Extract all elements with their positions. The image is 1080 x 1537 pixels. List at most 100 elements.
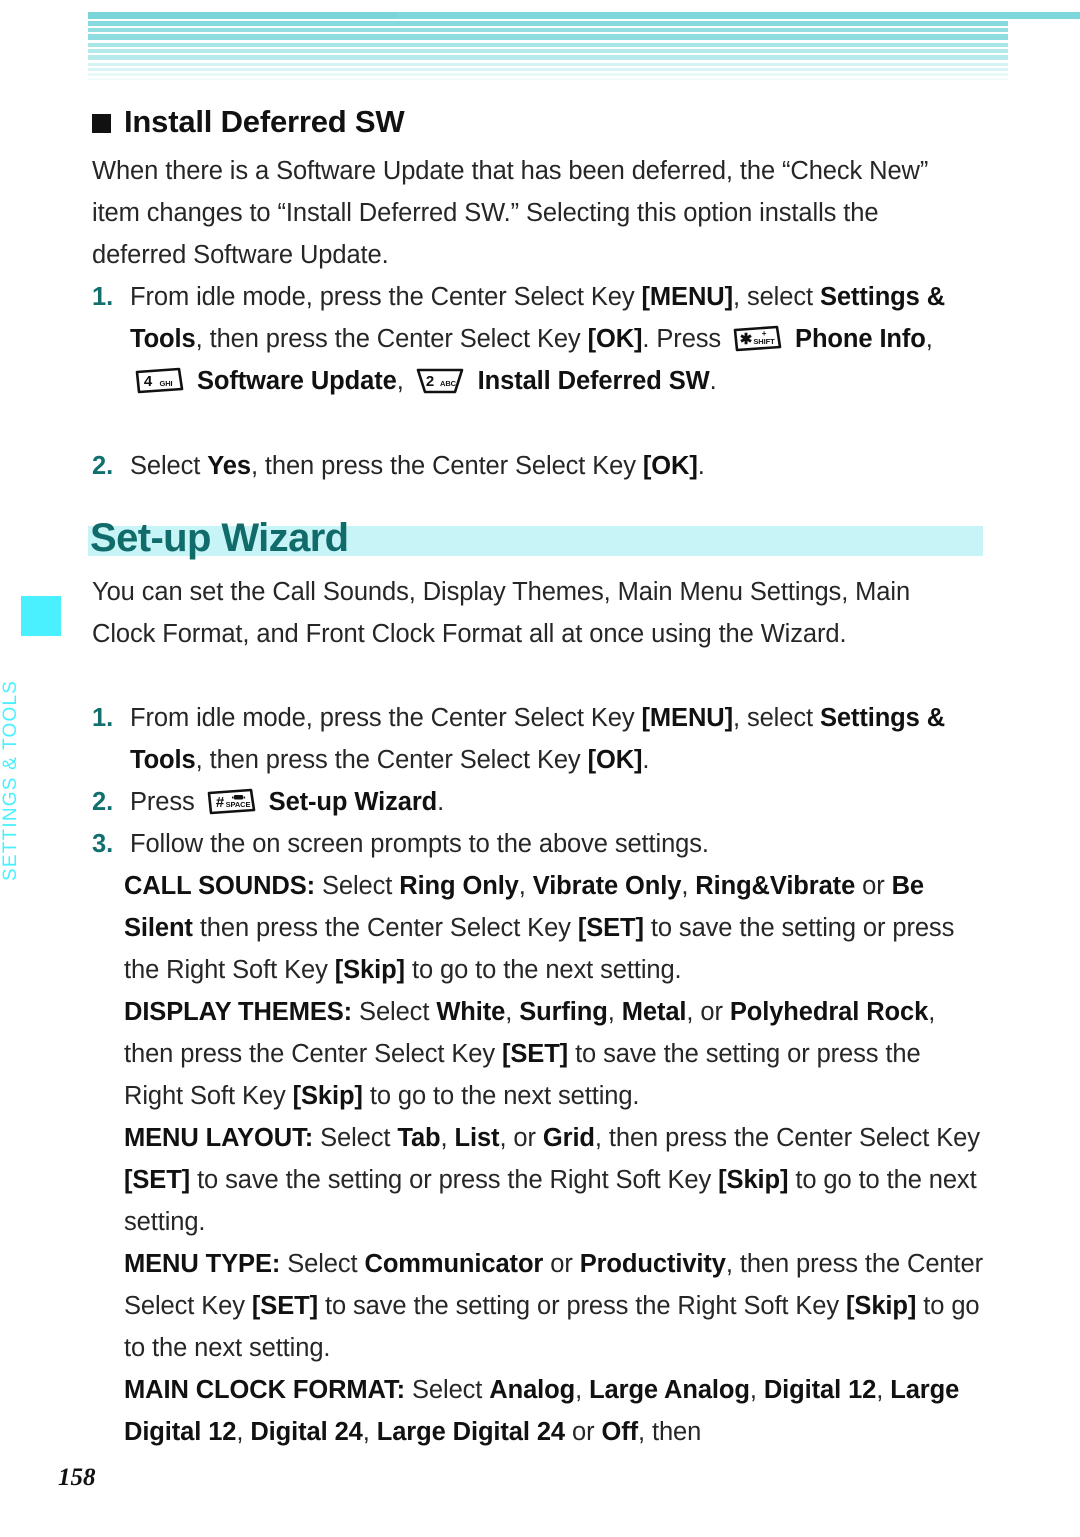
body-text: .: [709, 367, 717, 395]
body-text: ,: [876, 1376, 891, 1404]
intro-paragraph-set-up-wizard: You can set the Call Sounds, Display The…: [92, 578, 911, 648]
emphasis-text: List: [454, 1124, 500, 1152]
list-body: Press # SPACE Set-up Wizard.: [130, 781, 444, 823]
emphasis-text: [OK]: [587, 325, 643, 353]
emphasis-text: [SET]: [502, 1040, 569, 1068]
body-text: ,: [362, 1418, 377, 1446]
body-text: , then press the Center Select Key: [195, 746, 588, 774]
key-star-shift-icon: ✱ SHIFT +: [731, 324, 785, 354]
body-text: , select: [732, 283, 820, 311]
body-text: , or: [499, 1124, 543, 1152]
page-number: 158: [58, 1464, 96, 1491]
body-text: , then: [638, 1418, 702, 1446]
emphasis-text: Install Deferred SW: [470, 367, 710, 395]
emphasis-text: Digital 12: [763, 1376, 877, 1404]
emphasis-text: Communicator: [364, 1250, 544, 1278]
svg-text:GHI: GHI: [159, 379, 172, 388]
body-text: ,: [505, 998, 520, 1026]
emphasis-text: Software Update: [190, 367, 397, 395]
emphasis-text: MENU TYPE:: [124, 1250, 281, 1278]
heading-set-up-wizard: Set-up Wizard: [88, 515, 983, 563]
body-text: ,: [749, 1376, 764, 1404]
list-item-s1-1: 1. From idle mode, press the Center Sele…: [92, 276, 982, 402]
body-text: , or: [686, 998, 730, 1026]
emphasis-text: Phone Info: [788, 325, 926, 353]
list-number: 1.: [92, 283, 114, 311]
svg-text:SHIFT: SHIFT: [753, 337, 775, 346]
header-stripe-7: [88, 55, 1008, 60]
list-number: 2.: [92, 788, 114, 816]
body-text: or: [543, 1250, 580, 1278]
emphasis-text: Large Digital 24: [376, 1418, 566, 1446]
side-tab-label: SETTINGS & TOOLS: [0, 679, 21, 881]
body-text: ,: [396, 367, 411, 395]
body-text: ,: [440, 1124, 455, 1152]
emphasis-text: [Skip]: [846, 1292, 917, 1320]
body-text: Select: [130, 452, 208, 480]
body-text: Select: [352, 998, 437, 1026]
emphasis-text: Set-up Wizard: [261, 788, 438, 816]
body-text: Select: [405, 1376, 490, 1404]
section-side-tab: SETTINGS & TOOLS: [0, 0, 88, 1537]
emphasis-text: [Skip]: [334, 956, 405, 984]
list-body: From idle mode, press the Center Select …: [130, 697, 982, 781]
list-number: 1.: [92, 704, 114, 732]
body-text: to save the setting or press the Right S…: [190, 1166, 719, 1194]
emphasis-text: Vibrate Only: [532, 872, 682, 900]
header-stripe-6: [88, 49, 1008, 53]
heading-install-deferred-sw: Install Deferred SW: [92, 104, 405, 140]
body-text: ,: [575, 1376, 590, 1404]
key-4-ghi-icon: 4 GHI: [133, 366, 187, 396]
svg-text:2: 2: [426, 373, 434, 390]
emphasis-text: White: [436, 998, 506, 1026]
header-stripe-2: [88, 21, 1008, 26]
body-text: .: [437, 788, 445, 816]
list-item-s2-1: 1. From idle mode, press the Center Sele…: [92, 697, 982, 781]
body-text: .: [642, 746, 650, 774]
svg-text:4: 4: [144, 373, 153, 390]
body-text: From idle mode, press the Center Select …: [130, 704, 642, 732]
svg-text:SPACE: SPACE: [225, 800, 250, 809]
intro-paragraph-install-deferred-sw: When there is a Software Update that has…: [92, 157, 929, 269]
emphasis-text: [Skip]: [718, 1166, 789, 1194]
emphasis-text: Tab: [397, 1124, 441, 1152]
svg-text:#: #: [216, 794, 225, 811]
svg-text:✱: ✱: [740, 331, 753, 348]
header-stripe-1: [398, 12, 1080, 19]
svg-text:+: +: [762, 329, 767, 338]
body-text: . Press: [642, 325, 729, 353]
list-item-s1-2: 2. Select Yes, then press the Center Sel…: [92, 445, 982, 487]
settings-block-display-themes: DISPLAY THEMES: Select White, Surfing, M…: [124, 991, 984, 1117]
body-text: ,: [681, 872, 696, 900]
body-text: , select: [732, 704, 820, 732]
emphasis-text: [SET]: [577, 914, 644, 942]
header-stripe-decoration: [88, 12, 1080, 80]
body-text: , then press the Center Select Key: [594, 1124, 980, 1152]
header-stripe-5: [88, 43, 1008, 47]
body-text: Follow the on screen prompts to the abov…: [130, 830, 709, 858]
body-text: , then press the Center Select Key: [195, 325, 588, 353]
side-tab-marker: [21, 596, 61, 636]
emphasis-text: [MENU]: [641, 283, 734, 311]
body-text: ,: [518, 872, 533, 900]
emphasis-text: Metal: [621, 998, 687, 1026]
svg-text:ABC: ABC: [440, 379, 457, 388]
square-bullet-icon: [92, 113, 111, 133]
body-text: Select: [280, 1250, 365, 1278]
settings-block-menu-layout: MENU LAYOUT: Select Tab, List, or Grid, …: [124, 1117, 984, 1243]
emphasis-text: Surfing: [519, 998, 608, 1026]
list-body: From idle mode, press the Center Select …: [130, 276, 982, 402]
header-stripe-3: [88, 28, 1008, 32]
body-text: or: [855, 872, 892, 900]
header-stripe-4: [88, 34, 1008, 40]
emphasis-text: Off: [601, 1418, 638, 1446]
body-text: , then press the Center Select Key: [250, 452, 643, 480]
list-body: Follow the on screen prompts to the abov…: [130, 823, 709, 865]
body-text: to go to the next setting.: [404, 956, 682, 984]
body-text: to save the setting or press the Right S…: [317, 1292, 847, 1320]
emphasis-text: [Skip]: [292, 1082, 363, 1110]
body-text: ,: [925, 325, 933, 353]
settings-block-call-sounds: CALL SOUNDS: Select Ring Only, Vibrate O…: [124, 865, 984, 991]
body-text: or: [565, 1418, 602, 1446]
emphasis-text: Analog: [489, 1376, 576, 1404]
